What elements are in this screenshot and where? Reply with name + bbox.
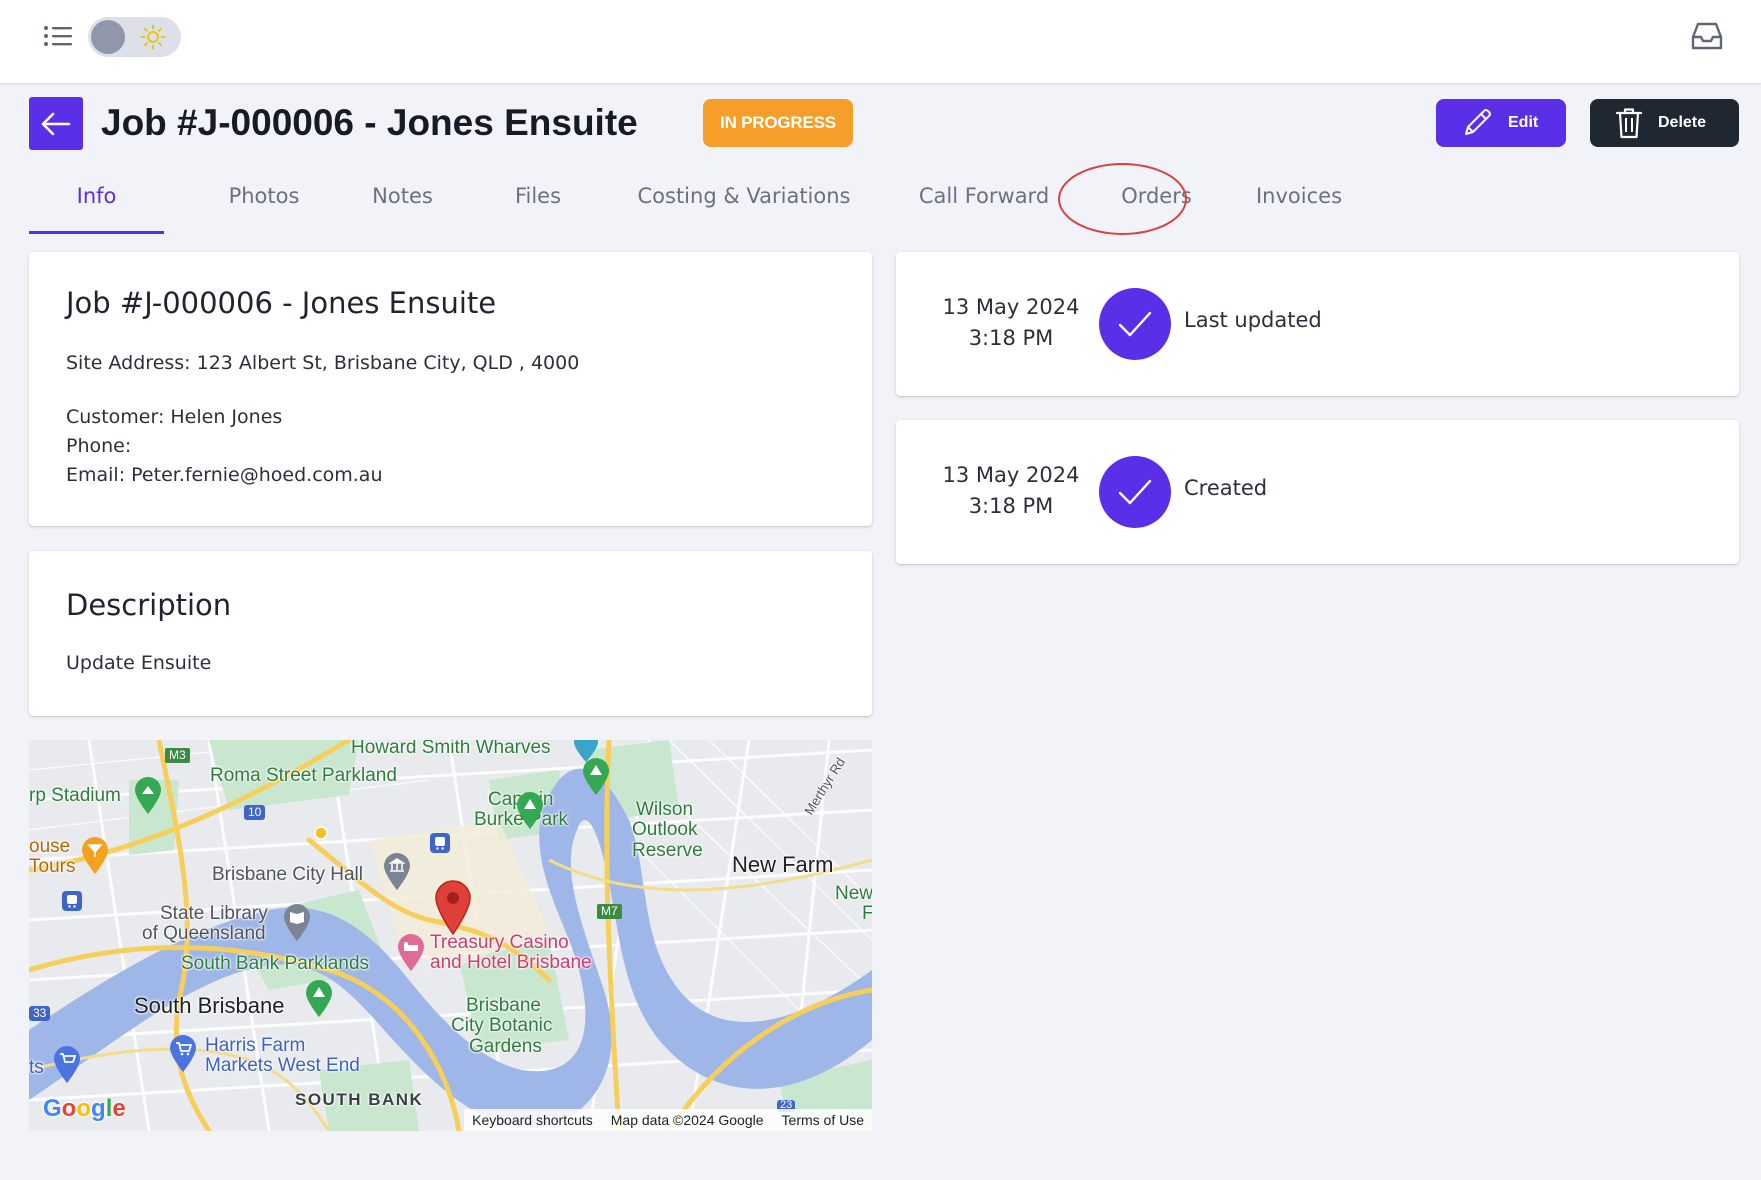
timeline-label: Last updated [1184, 308, 1322, 332]
keyboard-shortcuts-link[interactable]: Keyboard shortcuts [472, 1112, 593, 1128]
map-label: Markets West End [205, 1055, 360, 1076]
landmark-marker-icon [384, 853, 410, 890]
map-label: Howard Smith Wharves [351, 740, 551, 758]
shopping-cart-marker-icon [170, 1035, 196, 1072]
inbox-icon[interactable] [1690, 20, 1724, 52]
timeline-time: 3:18 PM [968, 326, 1054, 350]
sun-icon [140, 24, 166, 50]
trash-icon [1615, 108, 1643, 139]
road-shield-m3: M3 [165, 748, 190, 763]
map-label: Roma Street Parkland [210, 765, 397, 786]
map-label: and Hotel Brisbane [430, 952, 592, 973]
timeline-date: 13 May 2024 [942, 295, 1080, 319]
map-label: New [835, 883, 872, 904]
map-data-attribution: Map data ©2024 Google [610, 1112, 764, 1128]
park-marker-icon [306, 980, 332, 1017]
site-address: Site Address: 123 Albert St, Brisbane Ci… [66, 352, 580, 374]
map-label: New Farm [732, 852, 834, 877]
map-label: ts [29, 1057, 44, 1078]
map-label: State Library [160, 903, 268, 924]
map-label: Reserve [632, 840, 703, 861]
edit-label: Edit [1508, 114, 1539, 131]
hotel-marker-icon [398, 934, 424, 971]
tab-photos[interactable]: Photos [184, 172, 344, 234]
check-icon [1099, 456, 1171, 528]
map-label: Wilson [636, 799, 694, 820]
map-label: South Brisbane [134, 993, 285, 1018]
map-label: Gardens [469, 1036, 542, 1057]
back-button[interactable] [29, 97, 83, 150]
tab-bar: Info Photos Notes Files Costing & Variat… [29, 172, 1349, 234]
arrow-left-icon [41, 112, 71, 135]
job-info-title: Job #J-000006 - Jones Ensuite [66, 286, 497, 320]
train-station-icon [62, 891, 82, 911]
map-label: South Bank Parklands [181, 953, 370, 974]
park-marker-icon [135, 777, 161, 814]
top-bar [0, 0, 1761, 84]
page-title: Job #J-000006 - Jones Ensuite [101, 102, 638, 143]
train-station-icon [430, 833, 450, 853]
status-badge: IN PROGRESS [703, 99, 853, 147]
park-marker-icon [517, 792, 543, 829]
map-label: Brisbane City Hall [212, 864, 363, 885]
customer-name: Customer: Helen Jones [66, 406, 283, 428]
road-shield-33: 33 [29, 1006, 51, 1021]
map-label: of Queensland [142, 923, 266, 944]
tab-costing-variations[interactable]: Costing & Variations [603, 172, 885, 234]
delete-button[interactable]: Delete [1590, 99, 1739, 147]
library-marker-icon [284, 904, 310, 941]
map-label: Harris Farm [205, 1035, 306, 1056]
timeline-item: 13 May 2024 3:18 PM Created [896, 420, 1739, 564]
tab-call-forward[interactable]: Call Forward [884, 172, 1084, 234]
map-label: City Botanic [451, 1015, 553, 1036]
tab-info[interactable]: Info [29, 172, 164, 234]
map-footer: Keyboard shortcuts Map data ©2024 Google… [464, 1109, 872, 1131]
location-pin-icon[interactable] [434, 880, 472, 936]
map-label: F [862, 903, 872, 924]
timeline-label: Created [1184, 476, 1268, 500]
delete-label: Delete [1658, 114, 1707, 131]
map-label: Outlook [632, 819, 698, 840]
job-info-card: Job #J-000006 - Jones Ensuite Site Addre… [29, 252, 872, 526]
theme-toggle[interactable] [88, 17, 181, 57]
shopping-cart-marker-icon [54, 1046, 80, 1083]
road-shield-m7: M7 [597, 904, 622, 919]
map-label: SOUTH BANK [295, 1090, 424, 1109]
description-text: Update Ensuite [66, 652, 212, 674]
road-shield-10: 10 [244, 805, 266, 820]
description-card: Description Update Ensuite [29, 551, 872, 716]
terms-of-use-link[interactable]: Terms of Use [782, 1112, 864, 1128]
location-map[interactable]: M3 M7 10 33 23 Howard Smith Wharves Roma… [29, 740, 872, 1131]
tab-invoices[interactable]: Invoices [1224, 172, 1374, 234]
customer-phone: Phone: [66, 435, 132, 457]
timeline-time: 3:18 PM [968, 494, 1054, 518]
customer-email: Email: Peter.fernie@hoed.com.au [66, 464, 383, 486]
ferry-marker-icon [574, 740, 598, 762]
map-label: Brisbane [466, 995, 541, 1016]
list-icon[interactable] [42, 22, 74, 50]
toggle-knob [91, 20, 125, 54]
pencil-icon [1465, 109, 1491, 135]
tab-notes[interactable]: Notes [329, 172, 476, 234]
check-icon [1099, 288, 1171, 360]
timeline-item: 13 May 2024 3:18 PM Last updated [896, 252, 1739, 396]
map-label: Tours [29, 856, 76, 877]
map-label: rp Stadium [29, 785, 121, 806]
map-label: ouse [29, 836, 71, 857]
description-title: Description [66, 588, 232, 622]
google-logo: Google [43, 1095, 126, 1122]
timeline-date: 13 May 2024 [942, 463, 1080, 487]
bar-marker-icon [82, 837, 108, 874]
tab-files[interactable]: Files [473, 172, 603, 234]
tab-orders[interactable]: Orders [1084, 172, 1229, 234]
transit-marker-icon [314, 826, 328, 840]
edit-button[interactable]: Edit [1436, 99, 1566, 147]
